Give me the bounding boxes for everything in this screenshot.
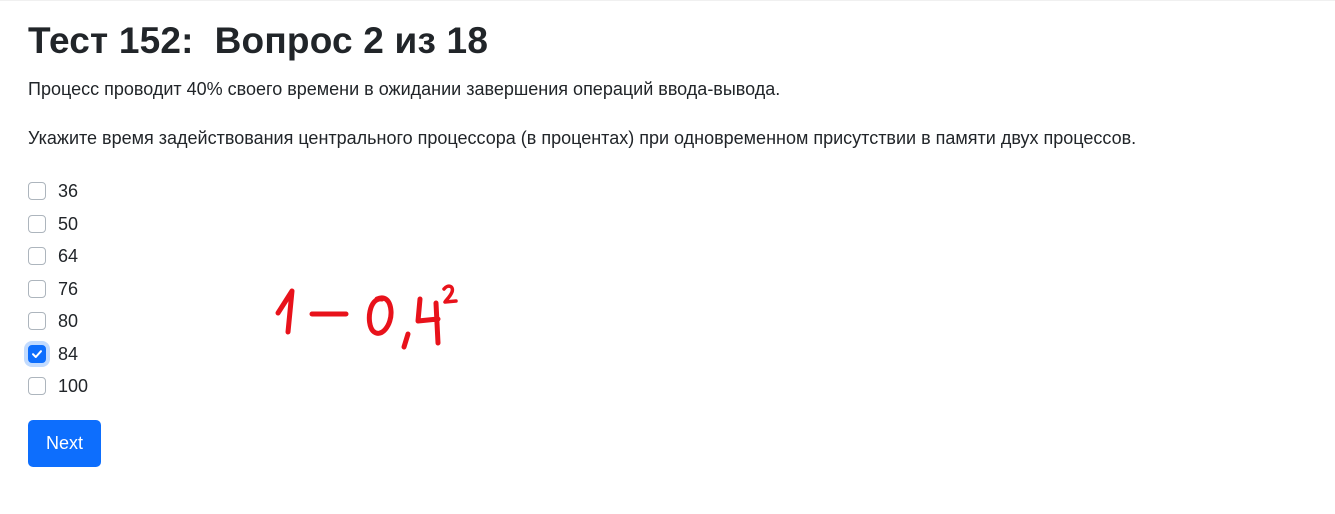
option-label: 80 xyxy=(58,311,79,332)
ink-stroke xyxy=(275,288,295,335)
ink-stroke xyxy=(366,295,394,336)
quiz-page: Тест 152: Вопрос 2 из 18 Процесс проводи… xyxy=(0,0,1335,514)
checkbox[interactable] xyxy=(28,214,46,233)
option-item[interactable]: 50 xyxy=(28,208,88,241)
question-prompt: Укажите время задействования центральног… xyxy=(28,128,1137,148)
checkbox[interactable] xyxy=(28,182,46,201)
option-item[interactable]: 36 xyxy=(28,175,88,208)
option-item[interactable]: 64 xyxy=(28,240,88,273)
option-label: 50 xyxy=(58,213,79,234)
question-text: Процесс проводит 40% своего времени в ож… xyxy=(28,79,781,99)
answer-options: 36 50 64 76 80 84 100 xyxy=(28,175,88,403)
checkbox[interactable] xyxy=(28,344,46,363)
page-title: Тест 152: Вопрос 2 из 18 xyxy=(28,20,489,61)
next-button[interactable]: Next xyxy=(28,420,101,467)
option-item[interactable]: 80 xyxy=(28,305,88,338)
checkbox[interactable] xyxy=(28,279,46,298)
checkbox[interactable] xyxy=(28,312,46,331)
ink-stroke xyxy=(442,284,458,304)
option-item[interactable]: 84 xyxy=(28,338,88,371)
ink-stroke xyxy=(415,296,441,346)
option-item[interactable]: 100 xyxy=(28,370,88,403)
checkbox[interactable] xyxy=(28,377,46,396)
checkbox[interactable] xyxy=(28,247,46,266)
ink-stroke xyxy=(401,331,411,350)
option-label: 100 xyxy=(58,376,89,397)
option-label: 76 xyxy=(58,278,79,299)
option-label: 64 xyxy=(58,246,79,267)
handwritten-annotation xyxy=(275,284,458,350)
option-label: 84 xyxy=(58,343,79,364)
option-item[interactable]: 76 xyxy=(28,273,88,306)
option-label: 36 xyxy=(58,181,79,202)
